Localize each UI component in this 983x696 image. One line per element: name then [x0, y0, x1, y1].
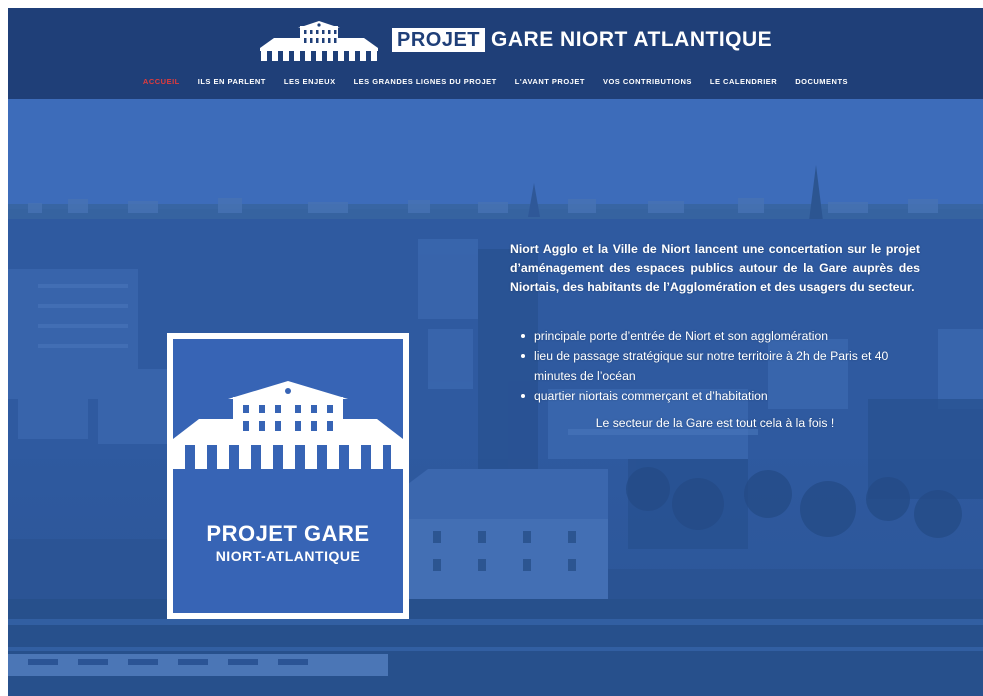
key-point-item: principale porte d’entrée de Niort et so…: [518, 326, 920, 346]
key-point-item: lieu de passage stratégique sur notre te…: [518, 346, 920, 386]
main-nav: ACCUEIL ILS EN PARLENT LES ENJEUX LES GRAND…: [8, 77, 983, 86]
nav-item-documents[interactable]: DOCUMENTS: [795, 77, 848, 86]
logo-title: PROJET GARE: [206, 521, 370, 546]
page-frame: PROJET GARE NIORT ATLANTIQUE ACCUEIL ILS …: [8, 8, 983, 696]
nav-item-les-enjeux[interactable]: LES ENJEUX: [284, 77, 336, 86]
brand-title: GARE NIORT ATLANTIQUE: [491, 28, 773, 51]
brand-highlight: PROJET: [392, 28, 486, 52]
closing-statement: Le secteur de la Gare est tout cela à la…: [595, 416, 835, 430]
key-point-text: quartier niortais commerçant et d’habita…: [534, 389, 768, 403]
bullet-icon: [521, 354, 525, 358]
station-building-icon: [173, 381, 403, 469]
project-logo-card: PROJET GARE NIORT-ATLANTIQUE: [167, 333, 409, 619]
bullet-icon: [521, 334, 525, 338]
nav-item-accueil[interactable]: ACCUEIL: [143, 77, 180, 86]
nav-item-ils-en-parlent[interactable]: ILS EN PARLENT: [198, 77, 266, 86]
nav-item-les-grandes-lignes-du-projet[interactable]: LES GRANDES LIGNES DU PROJET: [354, 77, 497, 86]
nav-item-vos-contributions[interactable]: VOS CONTRIBUTIONS: [603, 77, 692, 86]
nav-item-le-calendrier[interactable]: LE CALENDRIER: [710, 77, 777, 86]
key-point-item: quartier niortais commerçant et d’habita…: [518, 386, 920, 406]
brand[interactable]: PROJET GARE NIORT ATLANTIQUE: [258, 16, 772, 64]
intro-paragraph: Niort Agglo et la Ville de Niort lancent…: [510, 242, 920, 294]
key-point-text: principale porte d’entrée de Niort et so…: [534, 329, 829, 343]
key-points-list: principale porte d’entrée de Niort et so…: [518, 326, 920, 406]
station-building-icon: [260, 21, 378, 61]
site-header: PROJET GARE NIORT ATLANTIQUE ACCUEIL ILS …: [8, 8, 983, 99]
bullet-icon: [521, 394, 525, 398]
nav-item-l-avant-projet[interactable]: L'AVANT PROJET: [515, 77, 585, 86]
project-logo-panel: PROJET GARE NIORT-ATLANTIQUE: [173, 339, 403, 613]
logo-subtitle: NIORT-ATLANTIQUE: [215, 548, 361, 564]
key-point-text: lieu de passage stratégique sur notre te…: [534, 349, 889, 383]
